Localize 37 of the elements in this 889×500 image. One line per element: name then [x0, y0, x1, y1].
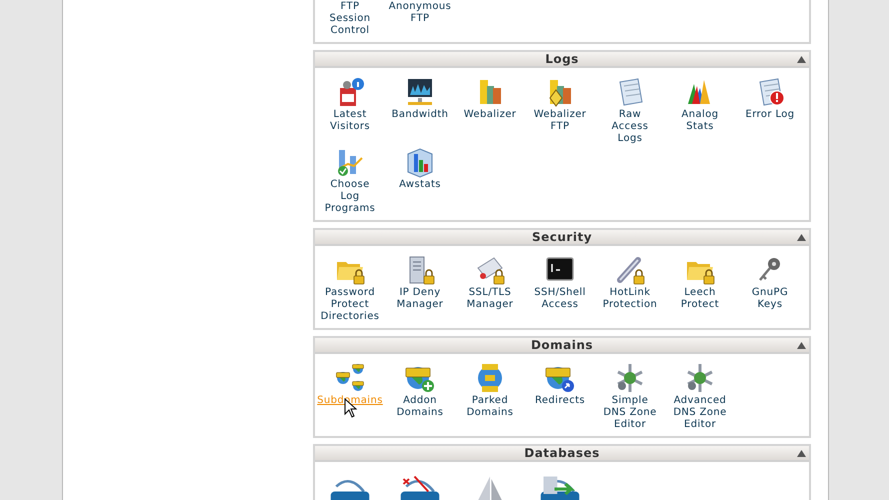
tool-link[interactable]: SSL/TLS Manager — [460, 287, 520, 312]
section-title: Databases — [524, 445, 600, 462]
tool-link[interactable]: HotLink Protection — [600, 287, 660, 312]
section-header[interactable]: Databases — [315, 446, 809, 462]
tool-link[interactable]: Choose Log Programs — [320, 179, 380, 216]
tool-link[interactable]: Bandwidth — [392, 109, 448, 122]
tool-link[interactable]: IP Deny Manager — [390, 287, 450, 312]
section-header[interactable]: Security — [315, 230, 809, 246]
tool-link[interactable]: Analog Stats — [670, 109, 730, 134]
tool-link[interactable]: Raw Access Logs — [600, 109, 660, 146]
section-title: Domains — [530, 337, 594, 354]
collapse-icon[interactable] — [797, 450, 806, 457]
section-header[interactable]: Domains — [315, 338, 809, 354]
tool-link[interactable]: Addon Domains — [390, 395, 450, 420]
tool-link[interactable]: SSH/Shell Access — [530, 287, 590, 312]
section-header[interactable]: Logs — [315, 52, 809, 68]
tool-link[interactable]: Webalizer FTP — [530, 109, 590, 134]
tool-link[interactable]: Leech Protect — [670, 287, 730, 312]
tool-link[interactable]: Password Protect Directories — [320, 287, 380, 324]
tool-link[interactable]: Error Log — [745, 109, 794, 122]
tool-link[interactable]: Advanced DNS Zone Editor — [670, 395, 730, 432]
collapse-icon[interactable] — [797, 342, 806, 349]
collapse-icon[interactable] — [797, 56, 806, 63]
tool-link[interactable]: Awstats — [399, 179, 441, 192]
section-title: Security — [532, 229, 592, 246]
tool-link[interactable]: Latest Visitors — [320, 109, 380, 134]
tool-link[interactable]: Parked Domains — [460, 395, 520, 420]
globes-icon[interactable] — [334, 362, 366, 394]
tool-link[interactable]: Anonymous FTP — [388, 1, 452, 26]
tool-link[interactable]: Simple DNS Zone Editor — [600, 395, 660, 432]
section-title: Logs — [545, 51, 579, 68]
tool-link[interactable]: Webalizer — [464, 109, 516, 122]
tool-link[interactable]: Redirects — [534, 395, 586, 408]
tool-link[interactable]: GnuPG Keys — [740, 287, 800, 312]
tool-link[interactable]: FTP Session Control — [320, 1, 380, 38]
collapse-icon[interactable] — [797, 234, 806, 241]
chain-lock-icon[interactable] — [614, 254, 646, 286]
